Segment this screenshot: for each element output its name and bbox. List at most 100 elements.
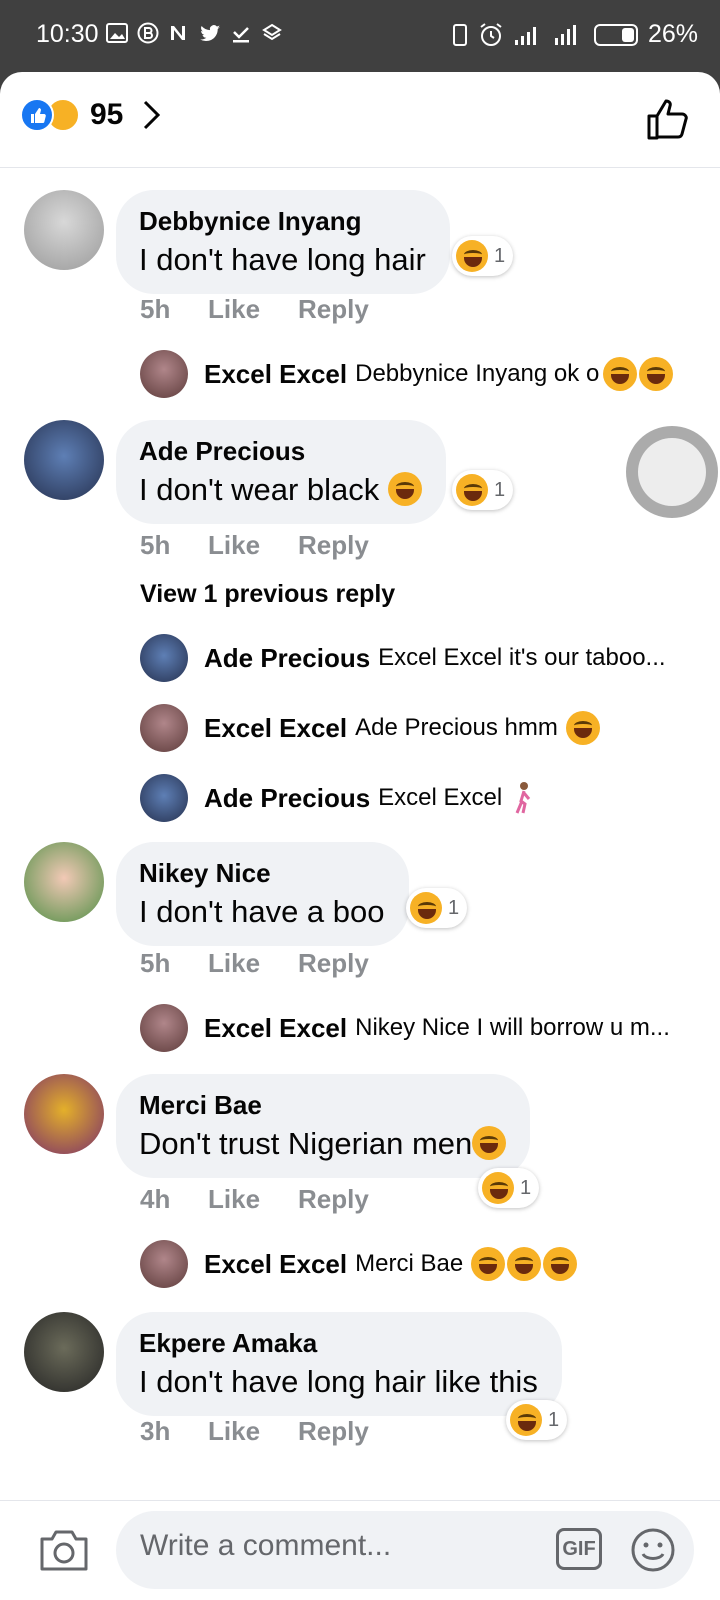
comment-actions: 3h Like Reply — [140, 1416, 369, 1447]
avatar[interactable] — [24, 420, 104, 500]
comment-time: 5h — [140, 294, 171, 324]
comment-reaction-pill[interactable]: 1 — [478, 1168, 540, 1208]
twitter-icon — [200, 25, 220, 42]
reply-author[interactable]: Ade Precious — [204, 783, 370, 814]
like-link[interactable]: Like — [208, 530, 298, 561]
avatar[interactable] — [24, 1074, 104, 1154]
layers-icon — [262, 23, 282, 41]
like-link[interactable]: Like — [208, 294, 298, 325]
status-bar: 10:30 26% — [0, 0, 720, 72]
comment-input[interactable] — [140, 1529, 520, 1563]
reply-item[interactable]: Ade Precious Excel Excel it's our taboo.… — [140, 634, 666, 682]
avatar[interactable] — [140, 704, 188, 752]
rofl-emoji-icon — [507, 1247, 542, 1281]
comment-bubble[interactable]: Ekpere Amaka I don't have long hair like… — [116, 1312, 562, 1416]
comment-text-wrap: Don't trust Nigerian men — [139, 1124, 507, 1164]
reply-link[interactable]: Reply — [298, 294, 369, 325]
like-button-icon[interactable] — [646, 96, 692, 142]
avatar[interactable] — [24, 842, 104, 922]
comment-composer: GIF — [0, 1500, 720, 1600]
reply-author[interactable]: Excel Excel — [204, 713, 347, 744]
notification-icons — [106, 22, 283, 44]
reply-author[interactable]: Excel Excel — [204, 1249, 347, 1280]
avatar[interactable] — [140, 634, 188, 682]
comment-text: I don't wear black — [139, 472, 380, 507]
comment-author[interactable]: Debbynice Inyang — [139, 206, 426, 236]
reply-item[interactable]: Excel Excel Merci Bae — [140, 1240, 578, 1288]
comment-author[interactable]: Merci Bae — [139, 1090, 506, 1120]
comment-time: 4h — [140, 1184, 171, 1214]
like-reaction-icon — [20, 98, 54, 132]
haha-reaction-icon — [456, 240, 488, 272]
reply-author[interactable]: Excel Excel — [204, 1013, 347, 1044]
avatar[interactable] — [140, 350, 188, 398]
gallery-icon — [106, 23, 128, 43]
avatar[interactable] — [140, 774, 188, 822]
gif-button[interactable]: GIF — [556, 1528, 602, 1570]
grin-emoji-icon — [603, 357, 638, 391]
like-link[interactable]: Like — [208, 948, 298, 979]
like-link[interactable]: Like — [208, 1416, 298, 1447]
reply-text: Excel Excel it's our taboo... — [378, 644, 666, 671]
comment-bubble[interactable]: Ade Precious I don't wear black — [116, 420, 446, 524]
reply-text: Excel Excel — [378, 784, 503, 811]
download-done-icon — [233, 27, 249, 43]
reply-item[interactable]: Ade Precious Excel Excel — [140, 774, 534, 822]
status-time: 10:30 — [36, 20, 99, 48]
comment-list: Debbynice Inyang I don't have long hair … — [0, 168, 720, 1568]
comment-actions: 5h Like Reply — [140, 294, 369, 325]
reply-link[interactable]: Reply — [298, 948, 369, 979]
avatar[interactable] — [140, 1004, 188, 1052]
comment-time: 5h — [140, 530, 171, 560]
sheet-header: 95 — [0, 72, 720, 168]
emoji-picker-icon[interactable] — [630, 1527, 676, 1573]
comment-text-wrap: I don't wear black — [139, 470, 422, 510]
avatar[interactable] — [140, 1240, 188, 1288]
reply-text: Merci Bae — [355, 1250, 464, 1277]
comment-actions: 5h Like Reply — [140, 948, 369, 979]
comment-author[interactable]: Ekpere Amaka — [139, 1328, 538, 1358]
avatar[interactable] — [24, 1312, 104, 1392]
comment-bubble[interactable]: Debbynice Inyang I don't have long hair — [116, 190, 450, 294]
battery-icon — [593, 23, 638, 46]
reply-author[interactable]: Excel Excel — [204, 359, 347, 390]
comment-text: I don't have long hair like this — [139, 1364, 538, 1399]
haha-reaction-icon — [510, 1404, 542, 1436]
reply-link[interactable]: Reply — [298, 530, 369, 561]
comment-author[interactable]: Nikey Nice — [139, 858, 385, 888]
comment-input-wrapper[interactable]: GIF — [116, 1511, 694, 1589]
comment-reaction-count: 1 — [494, 478, 506, 501]
rofl-emoji-icon — [471, 1247, 506, 1281]
reaction-count: 95 — [90, 98, 124, 131]
comment-actions: 4h Like Reply — [140, 1184, 369, 1215]
reply-author[interactable]: Ade Precious — [204, 643, 370, 674]
comment-reaction-count: 1 — [448, 896, 460, 919]
reply-item[interactable]: Excel Excel Ade Precious hmm — [140, 704, 600, 752]
comment-reaction-pill[interactable]: 1 — [452, 236, 514, 276]
camera-icon[interactable] — [38, 1527, 90, 1573]
comment-author[interactable]: Ade Precious — [139, 436, 422, 466]
grin-emoji-icon — [639, 357, 674, 391]
comment-reaction-pill[interactable]: 1 — [452, 470, 514, 510]
comment-reaction-pill[interactable]: 1 — [406, 888, 468, 928]
avatar[interactable] — [24, 190, 104, 270]
comment-reaction-pill[interactable]: 1 — [506, 1400, 568, 1440]
chevron-right-icon[interactable] — [141, 98, 163, 132]
touch-indicator — [626, 426, 718, 518]
haha-reaction-icon — [456, 474, 488, 506]
reply-item[interactable]: Excel Excel Debbynice Inyang ok o — [140, 350, 674, 398]
like-link[interactable]: Like — [208, 1184, 298, 1215]
vibrate-icon — [452, 23, 467, 46]
comment-reaction-count: 1 — [494, 244, 506, 267]
comment-bubble[interactable]: Merci Bae Don't trust Nigerian men — [116, 1074, 531, 1178]
reply-link[interactable]: Reply — [298, 1184, 369, 1215]
reply-item[interactable]: Excel Excel Nikey Nice I will borrow u m… — [140, 1004, 670, 1052]
reply-link[interactable]: Reply — [298, 1416, 369, 1447]
view-previous-replies-link[interactable]: View 1 previous reply — [140, 580, 395, 609]
comment-bubble[interactable]: Nikey Nice I don't have a boo — [116, 842, 409, 946]
signal-2-icon — [554, 24, 576, 45]
battery-level: 26% — [647, 20, 698, 48]
reaction-summary[interactable]: 95 — [20, 98, 163, 132]
comment-actions: 5h Like Reply — [140, 530, 369, 561]
comment-time: 5h — [140, 948, 171, 978]
